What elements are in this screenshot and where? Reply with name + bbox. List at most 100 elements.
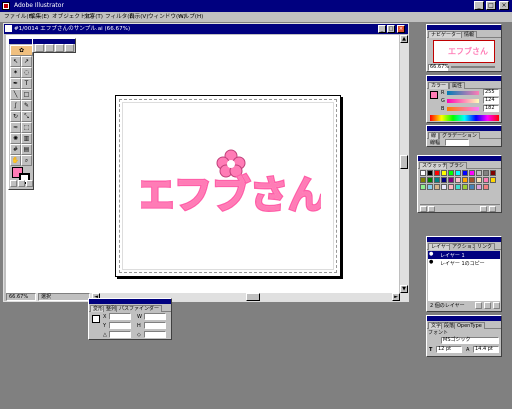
- line-tool-icon[interactable]: ╲: [10, 89, 21, 100]
- swatch[interactable]: [469, 177, 475, 183]
- doc-minimize-button[interactable]: _: [378, 25, 386, 33]
- magic-wand-tool-icon[interactable]: ✶: [10, 67, 21, 78]
- swatch[interactable]: [462, 184, 468, 190]
- tab-stroke[interactable]: 線: [428, 132, 440, 139]
- navigator-zoom-field[interactable]: 66.67%: [428, 64, 449, 71]
- rotate-field[interactable]: [109, 331, 131, 338]
- type-tool-icon[interactable]: T: [21, 78, 32, 89]
- tab-brushes[interactable]: ブラシ: [446, 162, 467, 169]
- delete-swatch-icon[interactable]: [489, 206, 496, 212]
- color-r-value[interactable]: 255: [483, 89, 499, 96]
- subtool-2-icon[interactable]: [45, 44, 54, 52]
- scale-tool-icon[interactable]: ⤡: [21, 111, 32, 122]
- menu-help[interactable]: ヘルプ(H): [178, 14, 203, 21]
- new-swatch-icon[interactable]: [480, 206, 487, 212]
- color-g-value[interactable]: 124: [483, 97, 499, 104]
- layer-row[interactable]: ● レイヤー 1のコピー: [428, 259, 500, 267]
- tab-gradient[interactable]: グラデーション: [439, 132, 480, 139]
- free-transform-tool-icon[interactable]: ⬚: [21, 122, 32, 133]
- swatch[interactable]: [476, 177, 482, 183]
- scroll-right-icon[interactable]: ►: [392, 293, 400, 301]
- color-mode-icon[interactable]: [10, 180, 17, 187]
- tab-links[interactable]: リンク: [474, 243, 496, 250]
- tab-opentype[interactable]: OpenType: [454, 322, 485, 329]
- brush-tool-icon[interactable]: ∫: [10, 100, 21, 111]
- swatch[interactable]: [490, 177, 496, 183]
- eye-icon[interactable]: ●: [429, 251, 433, 257]
- menu-edit[interactable]: 編集(E): [30, 14, 49, 21]
- layer-row[interactable]: ● レイヤー 1: [428, 251, 500, 259]
- tab-pathfinder[interactable]: パスファインダー: [116, 305, 163, 312]
- vertical-scrollbar[interactable]: ▲ ▼: [400, 35, 408, 293]
- rectangle-tool-icon[interactable]: □: [21, 89, 32, 100]
- toolbox-titlebar[interactable]: [9, 39, 33, 44]
- canvas[interactable]: エフブさん エフブさん: [6, 35, 399, 293]
- swatch[interactable]: [455, 184, 461, 190]
- swatch[interactable]: [455, 177, 461, 183]
- pen-tool-icon[interactable]: ✒: [10, 78, 21, 89]
- warp-tool-icon[interactable]: ≈: [10, 122, 21, 133]
- none-mode-icon[interactable]: [26, 180, 33, 187]
- gradient-tool-icon[interactable]: ▤: [21, 144, 32, 155]
- rotate-tool-icon[interactable]: ↻: [10, 111, 21, 122]
- swatch[interactable]: [483, 177, 489, 183]
- doc-maximize-button[interactable]: □: [387, 25, 395, 33]
- selection-tool-icon[interactable]: ↖: [10, 56, 21, 67]
- color-g-slider[interactable]: [447, 99, 479, 103]
- swatch[interactable]: [427, 184, 433, 190]
- swatch[interactable]: [427, 170, 433, 176]
- tab-attributes[interactable]: 属性: [449, 82, 466, 89]
- logo-artwork[interactable]: エフブさん エフブさん: [141, 148, 321, 228]
- new-sublayer-icon[interactable]: [484, 302, 491, 309]
- swatch[interactable]: [490, 170, 496, 176]
- swatch[interactable]: [441, 170, 447, 176]
- color-r-slider[interactable]: [447, 91, 479, 95]
- menu-type[interactable]: 文字(T): [84, 14, 103, 21]
- status-field[interactable]: 選択: [38, 293, 90, 301]
- swatch[interactable]: [455, 170, 461, 176]
- subtool-1-icon[interactable]: [35, 44, 44, 52]
- gradient-mode-icon[interactable]: [18, 180, 25, 187]
- swatch-show-color-icon[interactable]: [428, 206, 435, 212]
- minimize-button[interactable]: _: [474, 1, 484, 10]
- zoom-level-field[interactable]: 66.67%: [6, 293, 36, 301]
- w-field[interactable]: [144, 313, 166, 320]
- mesh-tool-icon[interactable]: #: [10, 144, 21, 155]
- color-spectrum-bar[interactable]: [430, 115, 499, 121]
- tab-color[interactable]: カラー: [428, 82, 450, 89]
- illustrator-logo-icon[interactable]: ✿: [10, 45, 33, 56]
- shear-field[interactable]: [144, 331, 166, 338]
- font-size-field[interactable]: 12 pt: [436, 346, 462, 353]
- eye-icon[interactable]: ●: [429, 259, 433, 265]
- swatch[interactable]: [420, 170, 426, 176]
- zoom-tool-icon[interactable]: ⌕: [21, 155, 32, 166]
- swatch[interactable]: [434, 184, 440, 190]
- subtool-3-icon[interactable]: [55, 44, 64, 52]
- swatch[interactable]: [462, 170, 468, 176]
- graph-tool-icon[interactable]: ▥: [21, 133, 32, 144]
- artboard[interactable]: エフブさん エフブさん: [115, 95, 341, 277]
- swatch[interactable]: [434, 177, 440, 183]
- swatch[interactable]: [420, 177, 426, 183]
- swatch[interactable]: [476, 170, 482, 176]
- tab-navigator[interactable]: ナビゲーター: [428, 31, 465, 38]
- stroke-weight-field[interactable]: [445, 139, 469, 146]
- swatch[interactable]: [469, 184, 475, 190]
- swatch[interactable]: [427, 177, 433, 183]
- swatch[interactable]: [469, 170, 475, 176]
- tab-info[interactable]: 情報: [461, 31, 478, 38]
- swatch[interactable]: [476, 184, 482, 190]
- color-fill-swatch[interactable]: [430, 91, 438, 99]
- swatch[interactable]: [483, 170, 489, 176]
- swatch[interactable]: [483, 184, 489, 190]
- menu-view[interactable]: 表示(V): [129, 14, 148, 21]
- swatch[interactable]: [448, 170, 454, 176]
- swatch[interactable]: [441, 184, 447, 190]
- subtool-4-icon[interactable]: [65, 44, 74, 52]
- color-b-value[interactable]: 182: [483, 105, 499, 112]
- vertical-scroll-thumb[interactable]: [400, 155, 408, 169]
- swatch[interactable]: [448, 177, 454, 183]
- doc-close-button[interactable]: ×: [397, 25, 405, 33]
- lasso-tool-icon[interactable]: ◌: [21, 67, 32, 78]
- pencil-tool-icon[interactable]: ✎: [21, 100, 32, 111]
